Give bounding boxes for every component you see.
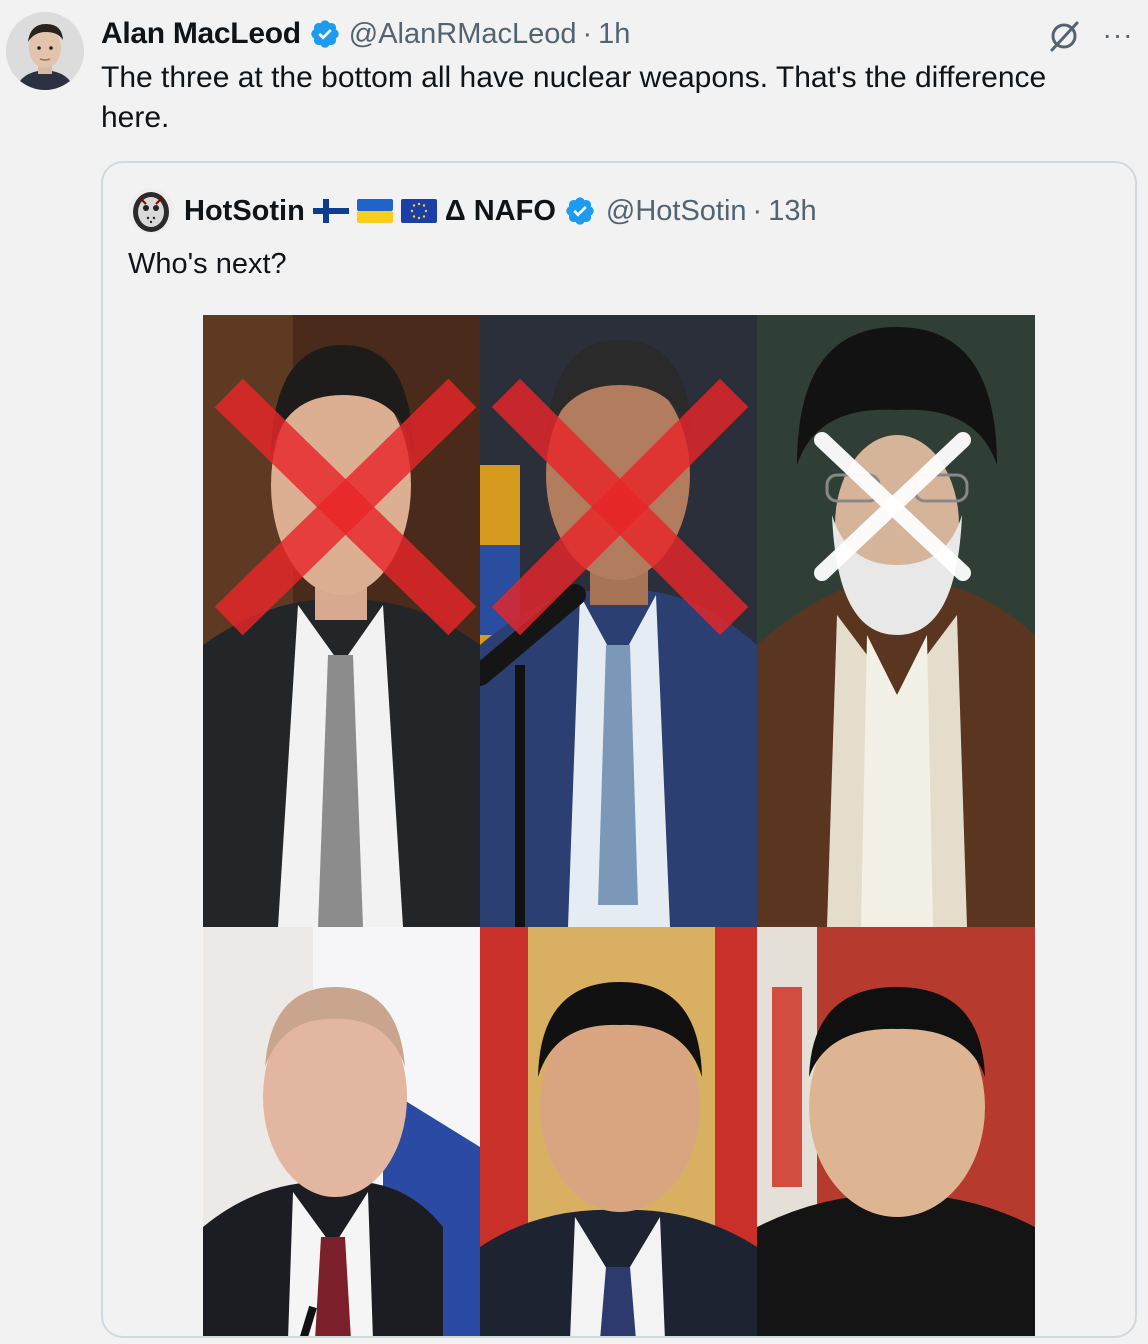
portrait-top-right [757, 315, 1035, 927]
tweet-header: Alan MacLeod @AlanRMacLeod · 1h [101, 14, 630, 54]
portrait-bottom-right [757, 927, 1035, 1336]
separator-dot: · [752, 194, 763, 227]
tweet: Alan MacLeod @AlanRMacLeod · 1h ··· The … [0, 0, 1148, 1344]
quoted-author-badge: Δ NAFO [444, 194, 556, 227]
tweet-text: The three at the bottom all have nuclear… [101, 61, 1047, 134]
verified-badge-icon [311, 20, 339, 48]
quoted-tweet-header: HotSotin Δ NAFO @HotSotin · 13h [128, 187, 817, 235]
ukraine-flag-icon [356, 199, 393, 223]
more-button[interactable]: ··· [1098, 19, 1138, 50]
eu-flag-icon [400, 199, 437, 223]
grok-icon [1050, 21, 1079, 52]
quoted-tweet-image[interactable] [203, 315, 1035, 1336]
portrait-top-left [203, 315, 480, 927]
quoted-tweet-time[interactable]: 13h [768, 195, 816, 228]
portrait-top-middle [480, 315, 757, 927]
quoted-tweet[interactable]: HotSotin Δ NAFO @HotSotin · 13h Who's ne… [101, 161, 1137, 1338]
portrait-bottom-left [203, 927, 480, 1336]
author-name[interactable]: Alan MacLeod [101, 17, 301, 51]
quoted-author-name[interactable]: HotSotin [184, 195, 305, 228]
portrait-bottom-middle [480, 927, 757, 1336]
verified-badge-icon [566, 197, 594, 225]
quoted-author-avatar[interactable] [128, 188, 174, 234]
separator-dot: · [582, 17, 593, 50]
author-avatar[interactable] [6, 12, 84, 90]
author-handle[interactable]: @AlanRMacLeod [349, 18, 577, 51]
quoted-tweet-text: Who's next? [128, 248, 287, 280]
quoted-author-handle[interactable]: @HotSotin [606, 195, 747, 228]
tweet-time[interactable]: 1h [598, 18, 630, 51]
finland-flag-icon [312, 199, 349, 223]
grok-button[interactable] [1044, 16, 1084, 56]
